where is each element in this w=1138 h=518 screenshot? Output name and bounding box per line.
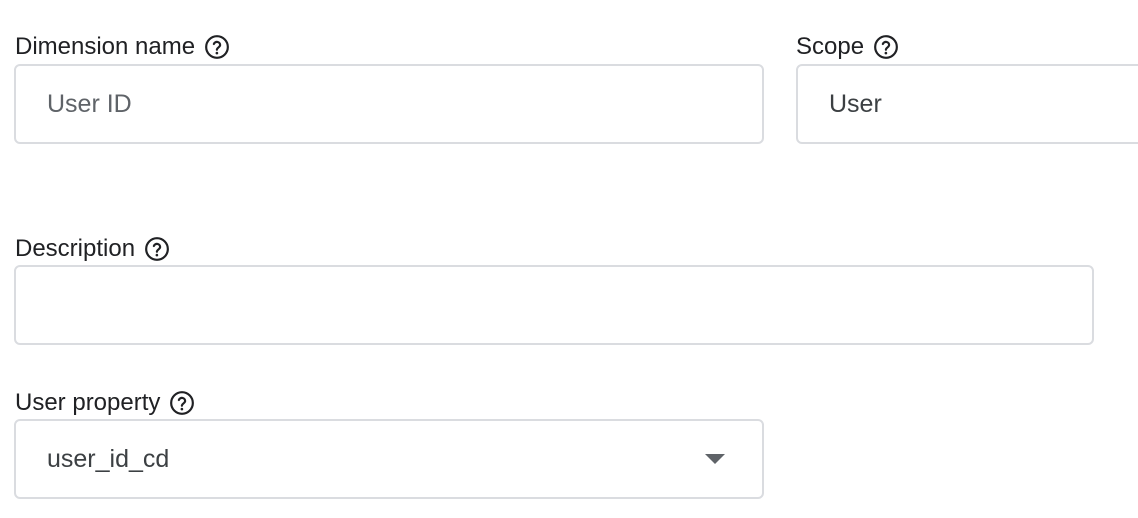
description-help-icon[interactable] [143, 235, 171, 263]
user-property-help-icon[interactable] [168, 389, 196, 417]
description-label-row: Description [15, 235, 171, 263]
dimension-name-value: User ID [47, 89, 132, 118]
user-property-label-row: User property [15, 389, 196, 417]
scope-field[interactable]: User [796, 64, 1138, 144]
description-label: Description [15, 235, 136, 262]
dimension-name-help-icon[interactable] [203, 33, 231, 61]
user-property-label: User property [15, 389, 161, 416]
scope-label-row: Scope [796, 33, 900, 61]
scope-value: User [829, 89, 882, 118]
description-input[interactable] [14, 265, 1094, 345]
dropdown-arrow-icon[interactable] [705, 454, 725, 464]
dimension-name-label: Dimension name [15, 33, 196, 60]
scope-help-icon[interactable] [872, 33, 900, 61]
custom-dimension-form: Dimension name User ID Scope User Descri… [0, 0, 1138, 518]
scope-label: Scope [796, 33, 865, 60]
user-property-value: user_id_cd [47, 444, 170, 473]
dimension-name-label-row: Dimension name [15, 33, 231, 61]
dimension-name-field[interactable]: User ID [14, 64, 764, 144]
user-property-select[interactable]: user_id_cd [14, 419, 764, 499]
